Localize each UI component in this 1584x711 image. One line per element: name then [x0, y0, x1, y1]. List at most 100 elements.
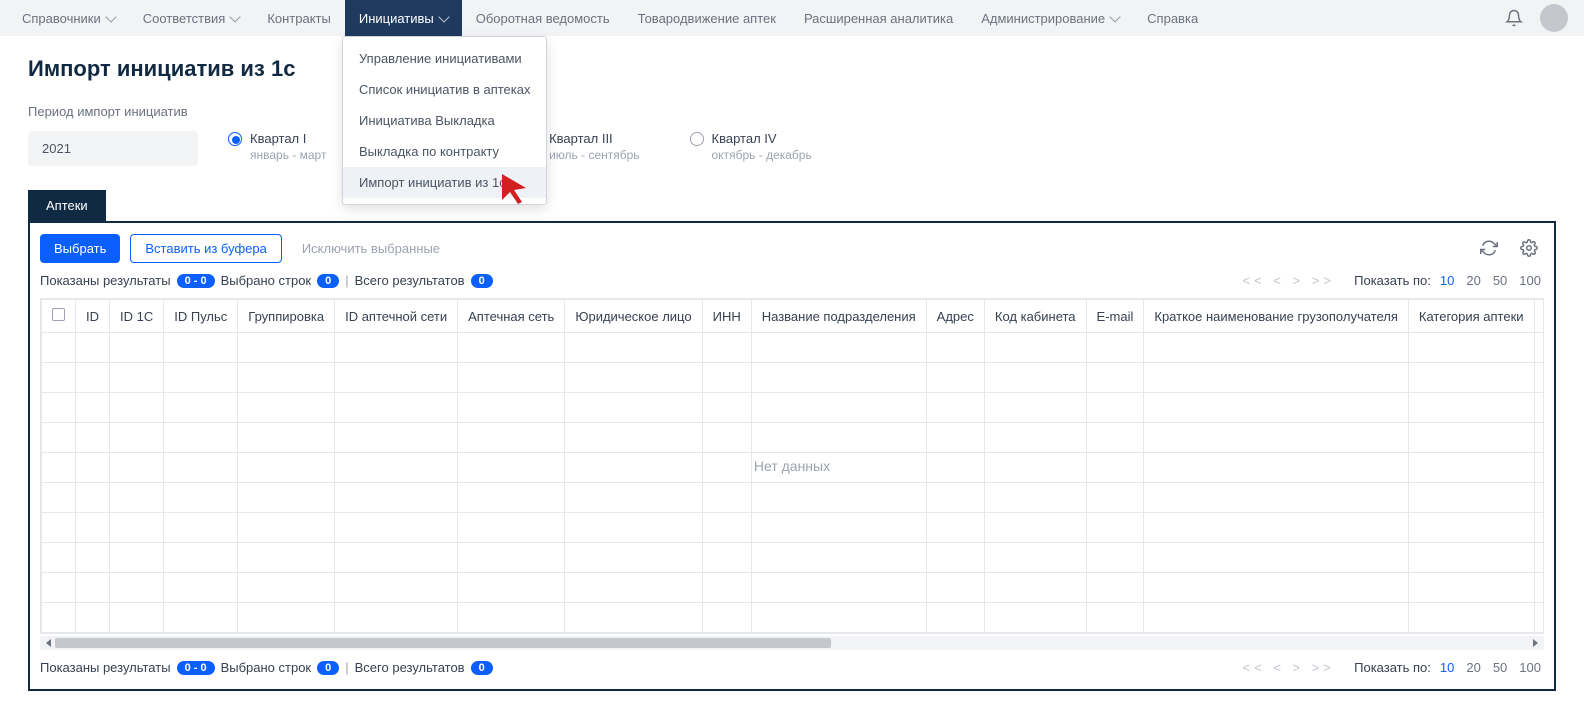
table-cell [335, 423, 458, 453]
table-cell [458, 483, 565, 513]
scrollbar-thumb[interactable] [55, 638, 831, 648]
table-row [42, 543, 1545, 573]
paste-button[interactable]: Вставить из буфера [130, 234, 281, 263]
table-cell [458, 603, 565, 633]
table-cell [458, 573, 565, 603]
show-by-label: Показать по: [1354, 660, 1431, 675]
col-nazvanie-podr[interactable]: Название подразделения [751, 300, 926, 333]
year-select[interactable]: 2021 [28, 131, 198, 166]
table-cell [1086, 543, 1144, 573]
table-cell [335, 333, 458, 363]
col-yur-lico[interactable]: Юридическое лицо [565, 300, 702, 333]
table-cell [1408, 333, 1534, 363]
shown-value: 0 - 0 [177, 274, 215, 288]
table-cell [335, 603, 458, 633]
stats-bottom: Показаны результаты 0 - 0 Выбрано строк … [40, 660, 1544, 675]
table-cell [42, 543, 76, 573]
tab-apteki[interactable]: Аптеки [28, 190, 106, 221]
horizontal-scrollbar[interactable] [40, 636, 1544, 650]
pager-arrows[interactable]: << < > >> [1243, 273, 1335, 288]
dropdown-item-vykladka-kontrakt[interactable]: Выкладка по контракту [343, 136, 546, 167]
col-id-apt-seti[interactable]: ID аптечной сети [335, 300, 458, 333]
quarter-4[interactable]: Квартал IV октябрь - декабрь [690, 131, 812, 162]
table-cell [751, 543, 926, 573]
nav-initsiativy[interactable]: Инициативы [345, 0, 462, 36]
selected-value: 0 [317, 661, 339, 675]
table-cell [926, 333, 984, 363]
col-id-1c[interactable]: ID 1C [110, 300, 164, 333]
nav-spravka[interactable]: Справка [1133, 0, 1212, 36]
page-size-100[interactable]: 100 [1516, 660, 1544, 675]
col-kod-podrazdel[interactable]: Код подразделения [1534, 300, 1544, 333]
nav-sootvetstviya[interactable]: Соответствия [129, 0, 254, 36]
dropdown-item-upravlenie[interactable]: Управление инициативами [343, 43, 546, 74]
notifications-icon[interactable] [1496, 0, 1532, 36]
nav-spravochniki[interactable]: Справочники [8, 0, 129, 36]
col-kategoriya[interactable]: Категория аптеки [1408, 300, 1534, 333]
col-id[interactable]: ID [76, 300, 110, 333]
table-cell [1144, 453, 1409, 483]
col-id-puls[interactable]: ID Пульс [164, 300, 238, 333]
nav-administrirovanie[interactable]: Администрирование [967, 0, 1133, 36]
table-cell [926, 513, 984, 543]
table-cell [926, 573, 984, 603]
selected-label: Выбрано строк [221, 273, 312, 288]
chevron-down-icon [1110, 11, 1121, 22]
table-cell [238, 513, 335, 543]
table-cell [1144, 423, 1409, 453]
table-cell [984, 393, 1086, 423]
page-size-100[interactable]: 100 [1516, 273, 1544, 288]
table-cell [164, 363, 238, 393]
page-size-20[interactable]: 20 [1463, 660, 1483, 675]
table-cell [110, 573, 164, 603]
table-cell [335, 453, 458, 483]
col-inn[interactable]: ИНН [702, 300, 751, 333]
table-cell [984, 333, 1086, 363]
nav-kontrakty[interactable]: Контракты [253, 0, 345, 36]
table-cell [238, 423, 335, 453]
col-email[interactable]: E-mail [1086, 300, 1144, 333]
avatar[interactable] [1540, 4, 1568, 32]
dropdown-item-vykladka[interactable]: Инициатива Выкладка [343, 105, 546, 136]
quarter-1[interactable]: Квартал I январь - март [228, 131, 326, 162]
scroll-left-icon[interactable] [46, 639, 51, 647]
table-cell [110, 543, 164, 573]
shown-label: Показаны результаты [40, 660, 171, 675]
refresh-icon[interactable] [1474, 233, 1504, 263]
col-gruppirovka[interactable]: Группировка [238, 300, 335, 333]
table-row [42, 393, 1545, 423]
table-cell [458, 393, 565, 423]
table-cell [164, 423, 238, 453]
exclude-button: Исключить выбранные [292, 234, 450, 263]
page-size-10[interactable]: 10 [1437, 660, 1457, 675]
page-size-10[interactable]: 10 [1437, 273, 1457, 288]
table-cell [702, 393, 751, 423]
table-cell [1408, 543, 1534, 573]
col-kod-kabineta[interactable]: Код кабинета [984, 300, 1086, 333]
col-adres[interactable]: Адрес [926, 300, 984, 333]
page-size-50[interactable]: 50 [1490, 273, 1510, 288]
table-row [42, 513, 1545, 543]
table-cell [42, 393, 76, 423]
nav-tovarodvizhenie[interactable]: Товародвижение аптек [624, 0, 790, 36]
page-size-20[interactable]: 20 [1463, 273, 1483, 288]
table-cell [42, 573, 76, 603]
nav-label: Справочники [22, 11, 101, 26]
settings-icon[interactable] [1514, 233, 1544, 263]
header-checkbox[interactable] [42, 300, 76, 333]
selected-value: 0 [317, 274, 339, 288]
table-cell [1534, 393, 1544, 423]
pager-arrows[interactable]: << < > >> [1243, 660, 1335, 675]
dropdown-item-spisok[interactable]: Список инициатив в аптеках [343, 74, 546, 105]
page-size-50[interactable]: 50 [1490, 660, 1510, 675]
table-row [42, 573, 1545, 603]
col-apt-set[interactable]: Аптечная сеть [458, 300, 565, 333]
table-cell [76, 393, 110, 423]
select-button[interactable]: Выбрать [40, 234, 120, 263]
top-nav: Справочники Соответствия Контракты Иници… [0, 0, 1584, 36]
table-cell [110, 423, 164, 453]
col-kratkoe-naimen[interactable]: Краткое наименование грузополучателя [1144, 300, 1409, 333]
nav-oborotnaya[interactable]: Оборотная ведомость [462, 0, 624, 36]
scroll-right-icon[interactable] [1533, 639, 1538, 647]
nav-analitika[interactable]: Расширенная аналитика [790, 0, 967, 36]
